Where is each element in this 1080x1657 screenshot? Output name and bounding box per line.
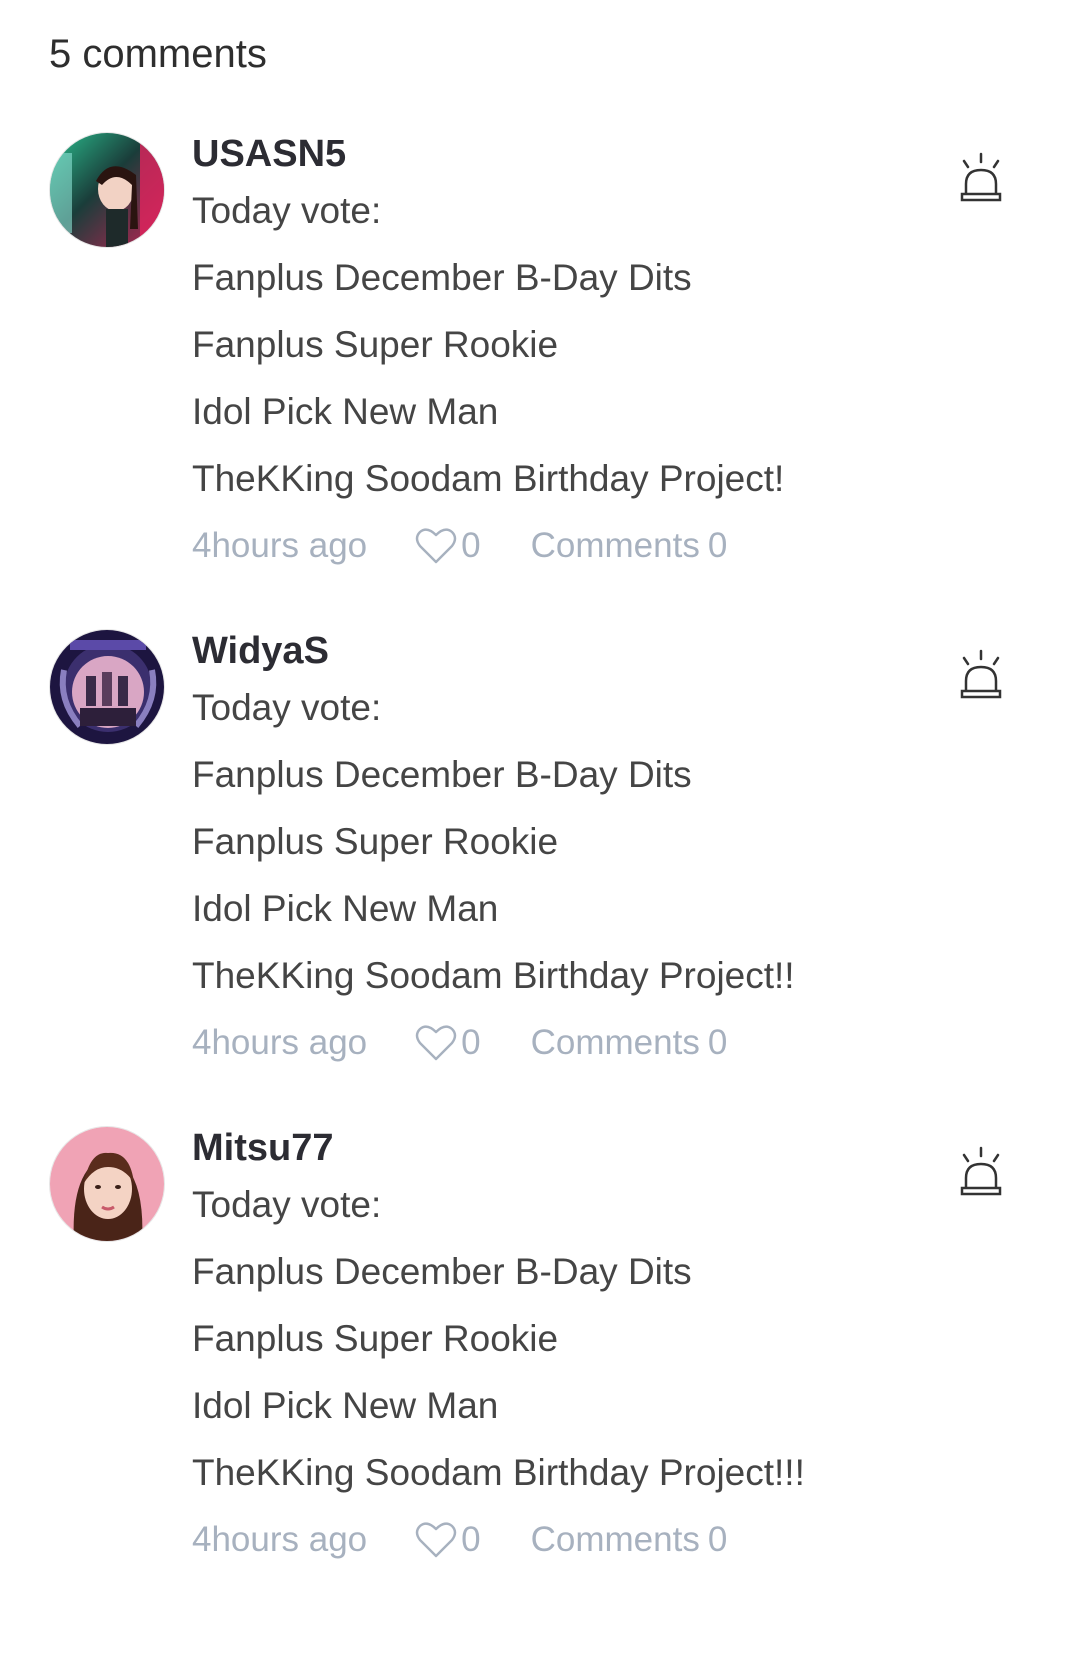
comment-line: Fanplus Super Rookie (192, 821, 559, 862)
reply-comments-label: Comments (530, 1023, 700, 1062)
comment-line: Fanplus December B-Day Dits (192, 754, 692, 795)
reply-comments-count: 0 (707, 1023, 728, 1062)
comment-line: Idol Pick New Man (192, 1385, 499, 1426)
report-button[interactable] (958, 649, 1004, 701)
reply-comments-label: Comments (530, 526, 700, 565)
comment-timestamp: 4hours ago (192, 526, 368, 565)
like-button[interactable]: 0 (415, 1023, 481, 1063)
siren-alarm-icon (960, 152, 1002, 202)
comment-line: Fanplus December B-Day Dits (192, 1251, 692, 1292)
reply-comments-count: 0 (707, 526, 728, 565)
comment-line: TheKKing Soodam Birthday Project!! (192, 955, 795, 996)
comment-body: Today vote: Fanplus December B-Day Dits … (192, 681, 795, 1016)
like-count: 0 (461, 1023, 481, 1062)
comment-line: Fanplus December B-Day Dits (192, 257, 692, 298)
siren-alarm-icon (960, 1146, 1002, 1196)
comment-item: WidyaS Today vote: Fanplus December B-Da… (0, 629, 1080, 1109)
heart-outline-icon (415, 1025, 457, 1061)
comment-username[interactable]: Mitsu77 (192, 1122, 333, 1174)
reply-comments-link[interactable]: Comments 0 (531, 1520, 728, 1560)
comment-username[interactable]: WidyaS (192, 625, 329, 677)
like-count: 0 (461, 526, 481, 565)
siren-alarm-icon (960, 649, 1002, 699)
comment-line: Fanplus Super Rookie (192, 1318, 559, 1359)
avatar[interactable] (49, 1126, 165, 1242)
comment-meta: 4hours ago 0 Comments 0 (192, 518, 727, 574)
comment-meta: 4hours ago 0 Comments 0 (192, 1512, 727, 1568)
comment-item: USASN5 Today vote: Fanplus December B-Da… (0, 132, 1080, 612)
comment-item: Mitsu77 Today vote: Fanplus December B-D… (0, 1126, 1080, 1606)
comment-body: Today vote: Fanplus December B-Day Dits … (192, 184, 784, 519)
comment-line: Fanplus Super Rookie (192, 324, 559, 365)
comment-count-header: 5 comments (49, 32, 267, 76)
heart-outline-icon (415, 1522, 457, 1558)
comment-timestamp: 4hours ago (192, 1023, 368, 1062)
comment-line: TheKKing Soodam Birthday Project! (192, 458, 785, 499)
like-button[interactable]: 0 (415, 1520, 481, 1560)
like-button[interactable]: 0 (415, 526, 481, 566)
comment-line: TheKKing Soodam Birthday Project!!! (192, 1452, 805, 1493)
report-button[interactable] (958, 152, 1004, 204)
comment-meta: 4hours ago 0 Comments 0 (192, 1015, 727, 1071)
comment-line: Today vote: (192, 1184, 382, 1225)
report-button[interactable] (958, 1146, 1004, 1198)
reply-comments-count: 0 (707, 1520, 728, 1559)
avatar-image (50, 1127, 164, 1241)
avatar-image (50, 630, 164, 744)
comment-line: Today vote: (192, 687, 382, 728)
comment-line: Today vote: (192, 190, 382, 231)
comment-body: Today vote: Fanplus December B-Day Dits … (192, 1178, 805, 1513)
reply-comments-link[interactable]: Comments 0 (531, 1023, 728, 1063)
avatar[interactable] (49, 629, 165, 745)
comment-username[interactable]: USASN5 (192, 128, 346, 180)
avatar[interactable] (49, 132, 165, 248)
comment-timestamp: 4hours ago (192, 1520, 368, 1559)
reply-comments-label: Comments (530, 1520, 700, 1559)
avatar-image (50, 133, 164, 247)
reply-comments-link[interactable]: Comments 0 (531, 526, 728, 566)
comment-line: Idol Pick New Man (192, 888, 499, 929)
heart-outline-icon (415, 528, 457, 564)
like-count: 0 (461, 1520, 481, 1559)
comment-line: Idol Pick New Man (192, 391, 499, 432)
